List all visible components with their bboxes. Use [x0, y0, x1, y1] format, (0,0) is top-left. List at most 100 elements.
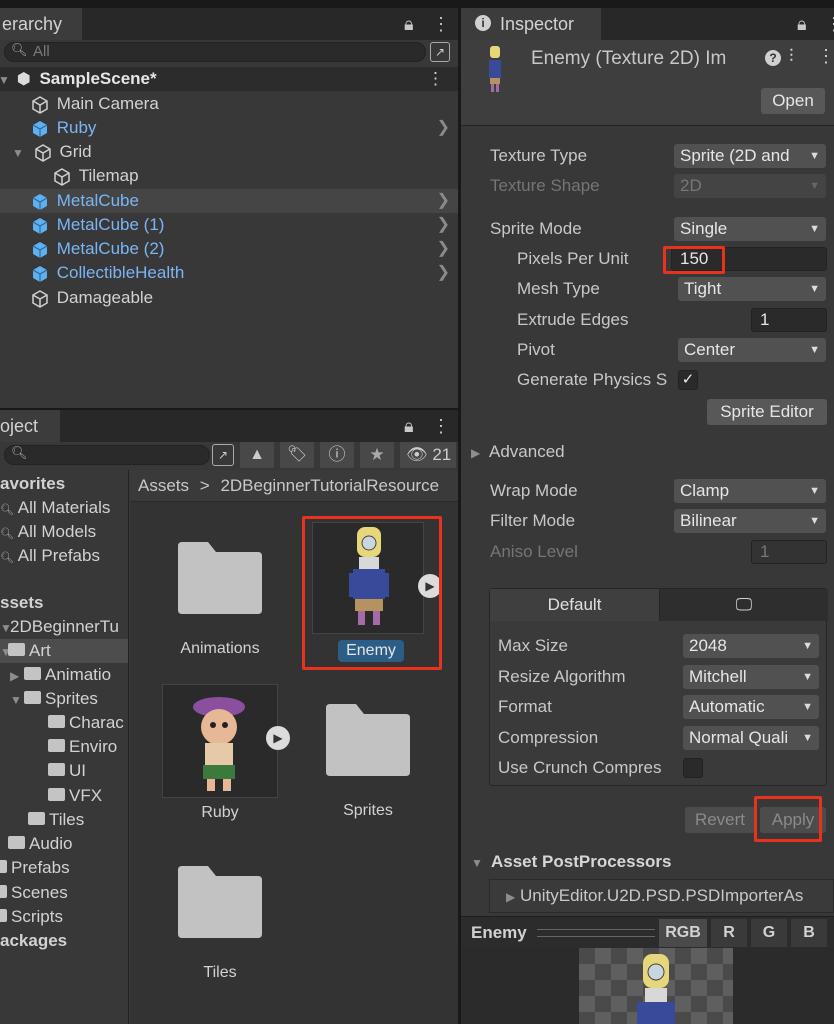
tree-folder[interactable]: ▼ Art	[0, 639, 128, 663]
project-tab[interactable]: oject	[0, 410, 60, 442]
search-by-type-icon[interactable]: ↗	[430, 42, 450, 62]
filter-by-type-icon[interactable]: ▲	[240, 442, 274, 468]
open-button[interactable]: Open	[761, 88, 825, 114]
channel-r-button[interactable]: R	[711, 919, 747, 947]
channel-g-button[interactable]: G	[751, 919, 787, 947]
assets-header[interactable]: ssets	[0, 591, 43, 615]
max-size-dropdown[interactable]: 2048 ▼	[683, 634, 819, 658]
hierarchy-item[interactable]: CollectibleHealth ❯	[0, 261, 458, 285]
tree-folder[interactable]: ▼ Sprites	[10, 687, 98, 711]
sprite-editor-button[interactable]: Sprite Editor	[707, 399, 827, 425]
tree-folder[interactable]: Charac	[48, 711, 124, 735]
expand-arrow-icon[interactable]: ▼	[0, 68, 12, 92]
preset-sliders-icon[interactable]: ⫶	[789, 46, 794, 67]
channel-rgb-button[interactable]: RGB	[659, 919, 707, 947]
hierarchy-search[interactable]: 🔍︎ All	[4, 42, 426, 62]
breadcrumb-folder[interactable]: 2DBeginnerTutorialResource	[220, 476, 439, 495]
favorite-label: All Prefabs	[17, 546, 100, 565]
more-menu-icon[interactable]: ⋮	[825, 8, 834, 40]
project-tabbar: oject 🔒︎ ⋮	[0, 410, 458, 442]
generate-physics-checkbox[interactable]: ✓	[678, 370, 698, 390]
use-crunch-checkbox[interactable]	[683, 758, 703, 778]
tree-folder[interactable]: Enviro	[48, 735, 117, 759]
sprite-mode-dropdown[interactable]: Single ▼	[674, 217, 826, 241]
play-icon[interactable]: ▶	[266, 726, 290, 750]
breadcrumb-assets[interactable]: Assets	[138, 476, 189, 495]
filter-mode-dropdown[interactable]: Bilinear ▼	[674, 509, 826, 533]
expand-arrow-icon: ▼	[0, 621, 12, 635]
preview-title[interactable]: Enemy	[471, 917, 527, 949]
dropdown-arrow-icon: ▼	[809, 150, 820, 162]
tab-label: Inspector	[500, 14, 575, 34]
tree-folder[interactable]: Tiles	[28, 808, 84, 832]
tree-folder[interactable]: Scenes	[0, 881, 68, 905]
lock-icon[interactable]: 🔒︎	[404, 8, 414, 40]
tree-folder[interactable]: ▶ Animatio	[10, 663, 111, 687]
compression-dropdown[interactable]: Normal Quali ▼	[683, 726, 819, 750]
hierarchy-item[interactable]: ▼ Grid	[0, 140, 458, 164]
hidden-packages-toggle[interactable]: 👁︎ 21	[400, 442, 456, 468]
hierarchy-item[interactable]: MetalCube (1) ❯	[0, 213, 458, 237]
inspector-tab[interactable]: i Inspector	[461, 8, 601, 40]
chevron-right-icon[interactable]: ❯	[437, 116, 450, 140]
hierarchy-tab[interactable]: erarchy	[0, 8, 82, 40]
tree-folder[interactable]: Prefabs	[0, 856, 70, 880]
asset-postprocessors-foldout[interactable]: ▼ Asset PostProcessors	[471, 852, 671, 872]
preview-divider-grip[interactable]	[537, 929, 655, 937]
hierarchy-item[interactable]: Tilemap	[0, 164, 458, 188]
hierarchy-item[interactable]: Ruby ❯	[0, 116, 458, 140]
project-search[interactable]: 🔍︎	[4, 445, 210, 465]
tree-folder[interactable]: UI	[48, 759, 86, 783]
item-label: Damageable	[56, 288, 154, 307]
expand-arrow-icon[interactable]: ▼	[12, 141, 26, 165]
folder-icon	[48, 763, 65, 777]
tab-standalone[interactable]: 🖵︎	[660, 589, 828, 621]
favorites-header[interactable]: avorites	[0, 472, 65, 496]
chevron-right-icon[interactable]: ❯	[437, 213, 450, 237]
asset-folder-animations[interactable]: Animations	[160, 540, 280, 670]
scene-more-icon[interactable]: ⋮	[427, 67, 444, 91]
favorite-star-icon[interactable]: ★	[360, 442, 394, 468]
postprocessor-item[interactable]: ▶ UnityEditor.U2D.PSD.PSDImporterAs	[489, 879, 834, 913]
tree-folder[interactable]: Audio	[8, 832, 72, 856]
pivot-dropdown[interactable]: Center ▼	[678, 338, 826, 362]
hierarchy-item[interactable]: MetalCube ❯	[0, 189, 458, 213]
favorite-item[interactable]: 🔍︎ All Materials	[0, 496, 110, 520]
advanced-foldout[interactable]: ▶ Advanced	[471, 442, 565, 462]
more-menu-icon[interactable]: ⋮	[817, 46, 834, 67]
filter-by-label-icon[interactable]: 🏷︎	[280, 442, 314, 468]
chevron-right-icon[interactable]: ❯	[437, 189, 450, 213]
search-by-type-icon[interactable]: ↗	[212, 444, 234, 466]
help-icon[interactable]: ?	[765, 50, 781, 66]
scene-row[interactable]: ▼ ⬢ SampleScene* ⋮	[0, 67, 458, 91]
tree-folder[interactable]: Scripts	[0, 905, 63, 929]
mesh-type-dropdown[interactable]: Tight ▼	[678, 277, 826, 301]
channel-b-button[interactable]: B	[791, 919, 827, 947]
more-menu-icon[interactable]: ⋮	[432, 8, 450, 40]
resize-algorithm-dropdown[interactable]: Mitchell ▼	[683, 665, 819, 689]
more-menu-icon[interactable]: ⋮	[432, 410, 450, 442]
packages-header[interactable]: ackages	[0, 929, 67, 953]
asset-ruby[interactable]: ▶ Ruby	[160, 684, 290, 824]
asset-folder-tiles[interactable]: Tiles	[160, 864, 280, 994]
wrap-mode-dropdown[interactable]: Clamp ▼	[674, 479, 826, 503]
lock-icon[interactable]: 🔒︎	[797, 8, 807, 40]
texture-type-dropdown[interactable]: Sprite (2D and ▼	[674, 144, 826, 168]
hierarchy-item[interactable]: Damageable	[0, 286, 458, 310]
revert-button[interactable]: Revert	[685, 807, 755, 833]
format-dropdown[interactable]: Automatic ▼	[683, 695, 819, 719]
asset-folder-sprites[interactable]: Sprites	[308, 702, 428, 832]
hierarchy-item[interactable]: MetalCube (2) ❯	[0, 237, 458, 261]
lock-icon[interactable]: 🔒︎	[404, 410, 414, 442]
chevron-right-icon[interactable]: ❯	[437, 261, 450, 285]
tree-folder[interactable]: VFX	[48, 784, 102, 808]
tab-default[interactable]: Default	[490, 589, 660, 621]
tree-folder[interactable]: ▼2DBeginnerTu	[0, 615, 119, 639]
extrude-edges-field[interactable]: 1	[751, 308, 827, 332]
log-types-icon[interactable]: ⓘ	[320, 442, 354, 468]
favorite-item[interactable]: 🔍︎ All Prefabs	[0, 544, 100, 568]
chevron-right-icon[interactable]: ❯	[437, 237, 450, 261]
folder-label: VFX	[69, 786, 103, 805]
hierarchy-item[interactable]: Main Camera	[0, 92, 458, 116]
favorite-item[interactable]: 🔍︎ All Models	[0, 520, 96, 544]
